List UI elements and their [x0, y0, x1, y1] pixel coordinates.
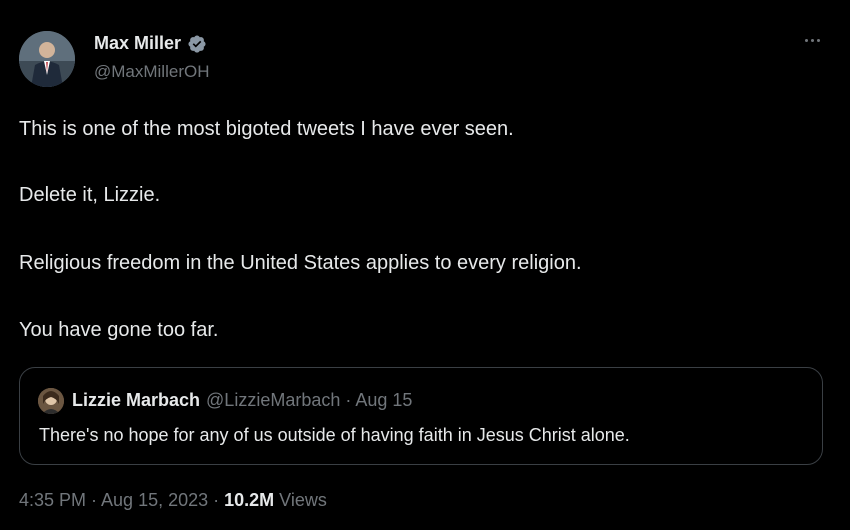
- more-dot: [804, 38, 808, 42]
- tweet-paragraph: You have gone too far.: [19, 319, 219, 341]
- quoted-author-handle-date[interactable]: @LizzieMarbach · Aug 15: [206, 390, 412, 411]
- tweet-timestamp[interactable]: 4:35 PM · Aug 15, 2023 ·: [19, 490, 219, 511]
- more-dot: [816, 38, 820, 42]
- author-avatar[interactable]: [19, 31, 75, 87]
- quoted-tweet-card[interactable]: Lizzie Marbach @LizzieMarbach · Aug 15 T…: [19, 367, 823, 465]
- tweet-footer: 4:35 PM · Aug 15, 2023 · 10.2M Views: [19, 490, 327, 511]
- tweet-paragraph: Religious freedom in the United States a…: [19, 252, 582, 274]
- verified-badge-icon[interactable]: [187, 34, 207, 54]
- author-display-name[interactable]: Max Miller: [94, 33, 181, 54]
- more-dot: [810, 38, 814, 42]
- quoted-author-avatar[interactable]: [38, 388, 64, 414]
- avatar-photo-icon: [19, 31, 75, 87]
- quoted-author-name[interactable]: Lizzie Marbach: [72, 390, 200, 411]
- tweet-paragraph: Delete it, Lizzie.: [19, 184, 161, 206]
- views-label: Views: [279, 490, 327, 510]
- tweet-paragraph: This is one of the most bigoted tweets I…: [19, 118, 514, 140]
- author-name-row: Max Miller: [94, 33, 207, 54]
- author-handle[interactable]: @MaxMillerOH: [94, 62, 209, 82]
- quoted-tweet-text: There's no hope for any of us outside of…: [39, 425, 630, 445]
- avatar-photo-icon: [38, 388, 64, 414]
- views-count: 10.2M: [224, 490, 275, 510]
- quoted-tweet-header: Lizzie Marbach @LizzieMarbach · Aug 15: [72, 390, 412, 411]
- more-options-icon[interactable]: [797, 30, 827, 50]
